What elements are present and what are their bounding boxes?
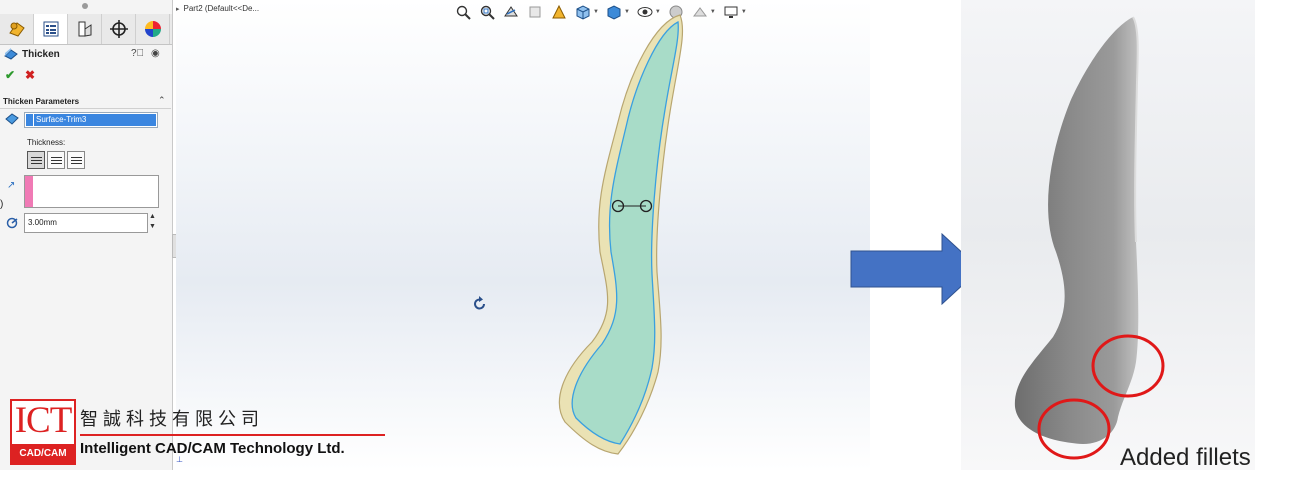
zoom-area-icon [480,5,495,20]
feature-manager-icon [8,22,25,37]
thicken-side-1-button[interactable] [27,151,45,169]
selection-color-strip [26,114,33,126]
flyout-tree-breadcrumb[interactable]: ▸ Part2 (Default<<De... [176,4,259,13]
zoom-fit-button[interactable] [454,3,472,21]
thicken-icon [4,48,18,60]
thickness-icon [6,217,18,229]
zoom-area-button[interactable] [478,3,496,21]
help-icon[interactable]: ?⃝ [131,48,144,59]
face-select-icon [5,113,19,125]
zoom-fit-icon [456,5,471,20]
thickness-label: Thickness: [27,138,66,147]
thicken-both-sides-button[interactable] [67,151,85,169]
company-divider [80,434,385,436]
selected-face-item[interactable]: Surface-Trim3 [34,114,156,126]
display-manager-icon [144,21,161,37]
view-settings-button[interactable] [722,3,740,21]
surface-trim3-face [571,20,679,445]
direction-color-strip [25,176,33,207]
previous-view-button[interactable] [502,3,520,21]
panel-edge-mark: ) [0,199,4,210]
tab-display-manager[interactable] [136,14,170,44]
dimxpert-icon [109,20,128,38]
ok-check-icon[interactable]: ✔ [5,68,15,82]
thickness-input[interactable]: 3.00mm [24,213,148,233]
logo-mark: ICT [14,400,73,441]
company-name-chinese: 智誠科技有限公司 [80,409,264,430]
expand-arrow-icon[interactable]: ▸ [176,6,180,13]
chevron-down-icon[interactable]: ▼ [710,9,716,15]
view-settings-icon [724,6,738,18]
fillet-marker-upper [1091,334,1165,398]
result-caption: Added fillets [1120,444,1251,471]
part-name: Part2 (Default<<De... [183,4,260,13]
thicken-side-2-button[interactable] [47,151,65,169]
thicken-parameters-header[interactable]: Thicken Parameters [3,97,79,106]
panel-grip-handle[interactable] [82,3,88,9]
fillet-highlight-markers [1037,334,1165,460]
cancel-x-icon[interactable]: ✖ [25,68,35,82]
group-divider [0,108,171,109]
chevron-down-icon[interactable]: ▼ [741,9,747,15]
chevron-up-icon[interactable]: ⌃ [158,95,166,106]
tab-property-manager[interactable] [34,14,68,44]
property-manager-icon [43,21,58,37]
spin-down-icon[interactable]: ▼ [149,223,156,230]
tab-feature-manager[interactable] [0,14,34,44]
graphics-area[interactable] [176,0,870,470]
spin-up-icon[interactable]: ▲ [149,213,156,220]
fillet-marker-lower [1037,398,1111,460]
pin-icon[interactable]: ◉ [151,48,160,59]
previous-view-icon [504,6,518,17]
property-manager-title: Thicken [22,49,60,60]
logo-subtitle: CAD/CAM [12,444,74,463]
rotate-cursor-icon [474,296,485,310]
tab-configuration-manager[interactable] [68,14,102,44]
configuration-manager-icon [78,21,91,37]
tab-dimxpert-manager[interactable] [102,14,136,44]
direction-arrow-icon: ↗ [7,180,16,191]
thicken-preview-model[interactable] [540,12,700,462]
company-name-english: Intelligent CAD/CAM Technology Ltd. [80,440,345,457]
direction-selection-box[interactable] [24,175,159,208]
manager-tabs [0,14,172,45]
